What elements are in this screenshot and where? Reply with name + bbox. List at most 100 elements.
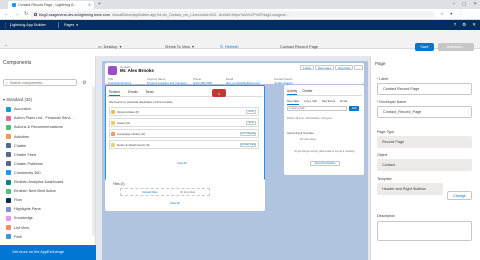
- refresh-button[interactable]: ↻ Refresh: [220, 44, 238, 50]
- related-list-button[interactable]: New: [246, 109, 256, 114]
- builder-toolbar: [0, 30, 480, 49]
- component-label: Community 360: [14, 170, 41, 175]
- upcoming-header: Upcoming & Overdue: [287, 131, 314, 135]
- component-search-input[interactable]: ⌕ Search components...: [3, 79, 77, 86]
- related-list-button[interactable]: Upload Files: [240, 142, 256, 147]
- star-icon[interactable]: ☆: [440, 11, 444, 17]
- activation-button[interactable]: Activation...: [438, 43, 474, 51]
- new-tab-icon[interactable]: +: [98, 1, 101, 7]
- component-icon: [6, 197, 11, 203]
- component-label: Actions & Recommendations: [14, 125, 63, 130]
- related-list-button[interactable]: Add to Campaign: [240, 131, 256, 136]
- category-label: Standard (33): [6, 97, 32, 102]
- url-host: blog2-sssgeneral-dev-ed.lightning.force.…: [39, 12, 110, 17]
- minimize-icon[interactable]: –: [452, 1, 455, 7]
- activity-subtab[interactable]: New Task: [287, 99, 300, 105]
- menu-icon[interactable]: ⋮: [459, 11, 464, 17]
- component-label: Flow: [14, 198, 23, 203]
- property-field[interactable]: Contact Record Page: [377, 83, 472, 95]
- header-icons: ? ⚙ ✕: [454, 22, 476, 28]
- files-view-all-link[interactable]: View All: [170, 201, 180, 205]
- device-dropdown[interactable]: ▭ Desktop ▾: [98, 44, 121, 50]
- no-steps-text: No next steps.: [300, 138, 317, 141]
- file-drop-zone[interactable]: [120, 188, 210, 196]
- selection-badge: 1: [212, 89, 226, 97]
- help-icon[interactable]: ?: [454, 22, 457, 28]
- reload-icon[interactable]: ↻: [24, 11, 28, 17]
- browser-tab[interactable]: Contact Record Page - Lightning A... ✕: [8, 1, 94, 9]
- maximize-icon[interactable]: ▢: [462, 1, 466, 7]
- component-icon: [6, 170, 11, 176]
- component-icon: [6, 152, 11, 158]
- properties-title: Page: [375, 61, 386, 66]
- forward-arrow-icon[interactable]: →: [14, 11, 19, 17]
- component-item[interactable]: Accordion: [6, 105, 31, 114]
- component-item[interactable]: Path: [6, 232, 22, 241]
- component-label: Chatter Publisher: [14, 161, 44, 166]
- pages-dropdown[interactable]: Pages ▾: [58, 22, 78, 28]
- view-dropdown[interactable]: Shrink To View ▾: [165, 44, 194, 50]
- component-icon: [6, 188, 11, 194]
- related-list-icon: [111, 142, 115, 147]
- activity-subtab[interactable]: New Event: [322, 99, 336, 105]
- related-list-button[interactable]: New: [246, 120, 256, 125]
- component-item[interactable]: Activities: [6, 132, 29, 141]
- component-item[interactable]: Knowledge: [6, 214, 33, 223]
- url-field[interactable]: blog2-sssgeneral-dev-ed.lightning.force.…: [30, 11, 435, 18]
- search-icon: ⌕: [6, 80, 9, 85]
- component-item[interactable]: Chatter: [6, 141, 26, 150]
- back-icon[interactable]: ←: [4, 42, 9, 48]
- property-field[interactable]: Contact_Record_Page: [377, 106, 472, 118]
- component-item[interactable]: Einstein Next Best Action: [6, 187, 56, 196]
- property-label: Page Type: [377, 130, 395, 134]
- close-tab-icon[interactable]: ✕: [88, 3, 91, 7]
- component-item[interactable]: Flow: [6, 196, 22, 205]
- component-item[interactable]: Einstein Analytics Dashboard: [6, 178, 63, 187]
- browser-icons: ☆ ● ⋮: [440, 11, 463, 17]
- component-item[interactable]: List View: [6, 223, 29, 232]
- record-action-button[interactable]: New Note: [335, 65, 354, 70]
- related-view-all-link[interactable]: View All: [177, 161, 187, 165]
- record-action-button[interactable]: New Case: [315, 65, 334, 70]
- component-label: Accordion: [14, 107, 31, 112]
- save-button[interactable]: Save: [415, 43, 434, 51]
- add-task-button[interactable]: Add: [349, 106, 359, 111]
- component-item[interactable]: Actions & Recommendations: [6, 123, 63, 132]
- header-field: Email alex_brooks@logistics.com: [226, 77, 260, 85]
- component-icon: [6, 206, 11, 212]
- appexchange-link[interactable]: Get more on the AppExchange: [12, 250, 64, 254]
- property-field: Record Page: [377, 136, 472, 148]
- related-list-card[interactable]: [109, 118, 259, 127]
- activity-subtab[interactable]: Log a Call: [304, 99, 317, 105]
- browser-tab-title: Contact Record Page - Lightning A...: [18, 3, 77, 7]
- upload-files-button[interactable]: Upload Files: [142, 190, 158, 194]
- window-controls: – ▢ ✕: [452, 1, 477, 7]
- related-list-icon: [111, 120, 115, 125]
- component-item[interactable]: Highlights Panel: [6, 205, 41, 214]
- task-input[interactable]: Create a task...: [287, 106, 347, 111]
- header-field: Title Technical Services: [108, 77, 131, 85]
- record-action-button[interactable]: ...: [354, 65, 363, 70]
- component-label: Knowledge: [14, 216, 33, 221]
- component-item[interactable]: Community 360: [6, 169, 41, 178]
- settings-gear-icon[interactable]: ⚙: [82, 80, 86, 86]
- lock-icon: [34, 13, 37, 16]
- change-template-button[interactable]: Change: [447, 191, 472, 200]
- component-item[interactable]: Chatter Feed: [6, 151, 36, 160]
- back-arrow-icon[interactable]: ←: [4, 11, 9, 17]
- record-action-button[interactable]: Follow: [300, 65, 315, 70]
- contact-record-icon: [108, 66, 117, 75]
- category-header[interactable]: ▾ Standard (33): [3, 97, 32, 102]
- close-builder-icon[interactable]: ✕: [472, 22, 476, 28]
- activity-subtab[interactable]: Email: [340, 99, 347, 105]
- component-item[interactable]: Chatter Publisher: [6, 160, 43, 169]
- profile-icon[interactable]: ●: [450, 11, 453, 17]
- scrollbar[interactable]: [92, 86, 95, 236]
- description-textarea[interactable]: [377, 221, 472, 241]
- show-all-activities-button[interactable]: Show All Activities: [310, 161, 340, 166]
- gear-icon[interactable]: ⚙: [462, 22, 466, 28]
- close-window-icon[interactable]: ✕: [473, 1, 477, 7]
- component-item[interactable]: Action Plans List - Financial Servi...: [6, 114, 74, 123]
- component-label: Chatter Feed: [14, 152, 37, 157]
- salesforce-favicon-icon: [12, 3, 16, 7]
